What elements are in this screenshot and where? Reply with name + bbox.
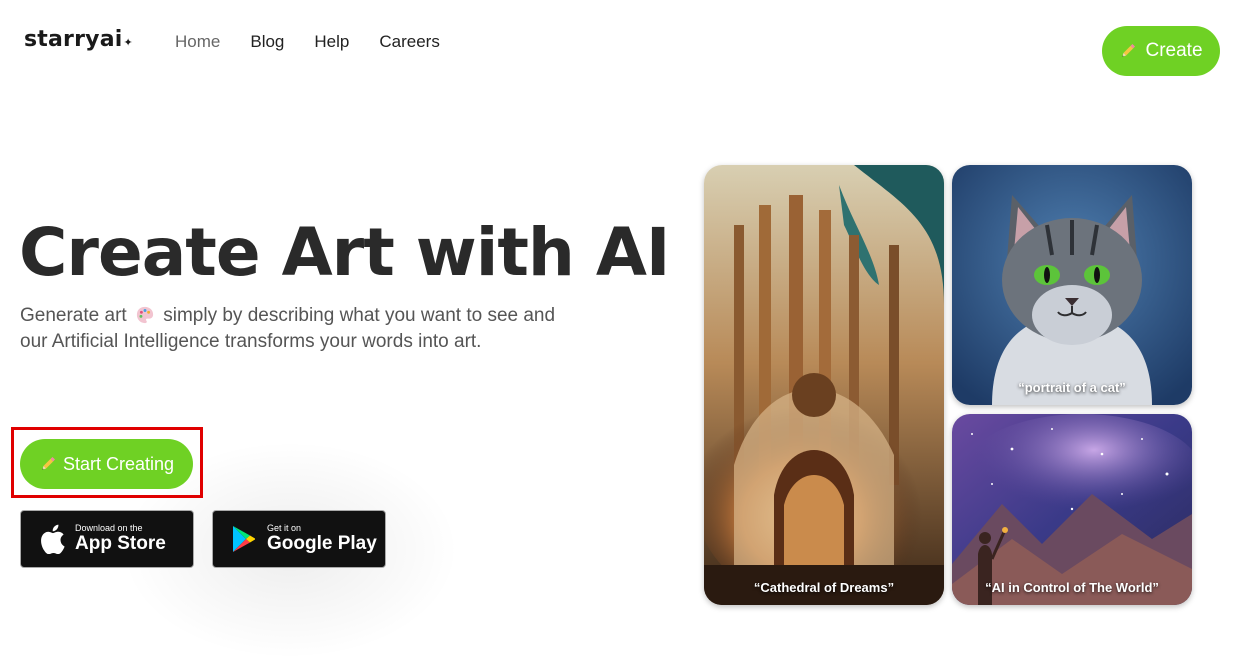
app-store-texts: Download on the App Store bbox=[75, 523, 166, 555]
app-store-small: Download on the bbox=[75, 523, 143, 533]
pencil-icon bbox=[1122, 43, 1136, 57]
hero-subtitle-start: Generate art bbox=[20, 305, 127, 326]
gallery-card-cathedral[interactable]: “Cathedral of Dreams” bbox=[704, 165, 944, 605]
sparkle-icon: ✦ bbox=[123, 36, 133, 49]
gallery-caption: “AI in Control of The World” bbox=[985, 580, 1159, 595]
gallery-card-cat[interactable]: “portrait of a cat” bbox=[952, 165, 1192, 405]
app-store-button[interactable]: Download on the App Store bbox=[20, 510, 194, 568]
space-image bbox=[952, 414, 1192, 605]
cat-image bbox=[952, 165, 1192, 405]
cathedral-image bbox=[704, 165, 944, 605]
pencil-icon bbox=[42, 456, 55, 470]
apple-icon bbox=[41, 524, 65, 554]
nav-home[interactable]: Home bbox=[175, 32, 220, 52]
create-button-label: Create bbox=[1145, 40, 1203, 61]
gallery-caption: “Cathedral of Dreams” bbox=[753, 580, 895, 595]
page-title: Create Art with AI bbox=[19, 214, 670, 291]
main-nav: Home Blog Help Careers bbox=[175, 32, 470, 52]
nav-careers[interactable]: Careers bbox=[379, 32, 439, 52]
start-creating-label: Start Creating bbox=[62, 453, 175, 474]
logo-text: starryai bbox=[24, 27, 123, 52]
nav-blog[interactable]: Blog bbox=[250, 32, 284, 52]
app-store-big: App Store bbox=[75, 533, 166, 554]
google-play-big: Google Play bbox=[267, 533, 377, 554]
google-play-texts: Get it on Google Play bbox=[267, 523, 377, 555]
nav-help[interactable]: Help bbox=[314, 32, 349, 52]
create-button[interactable]: Create bbox=[1102, 26, 1220, 76]
hero-subtitle: Generate art simply by describing what y… bbox=[20, 303, 560, 355]
start-creating-button[interactable]: Start Creating bbox=[20, 439, 193, 489]
google-play-small: Get it on bbox=[267, 523, 302, 533]
gallery-caption: “portrait of a cat” bbox=[1018, 380, 1126, 395]
google-play-icon bbox=[233, 526, 255, 552]
palette-icon bbox=[136, 306, 154, 324]
google-play-button[interactable]: Get it on Google Play bbox=[212, 510, 386, 568]
gallery-card-space[interactable]: “AI in Control of The World” bbox=[952, 414, 1192, 605]
logo[interactable]: starryai✦ bbox=[24, 27, 133, 52]
